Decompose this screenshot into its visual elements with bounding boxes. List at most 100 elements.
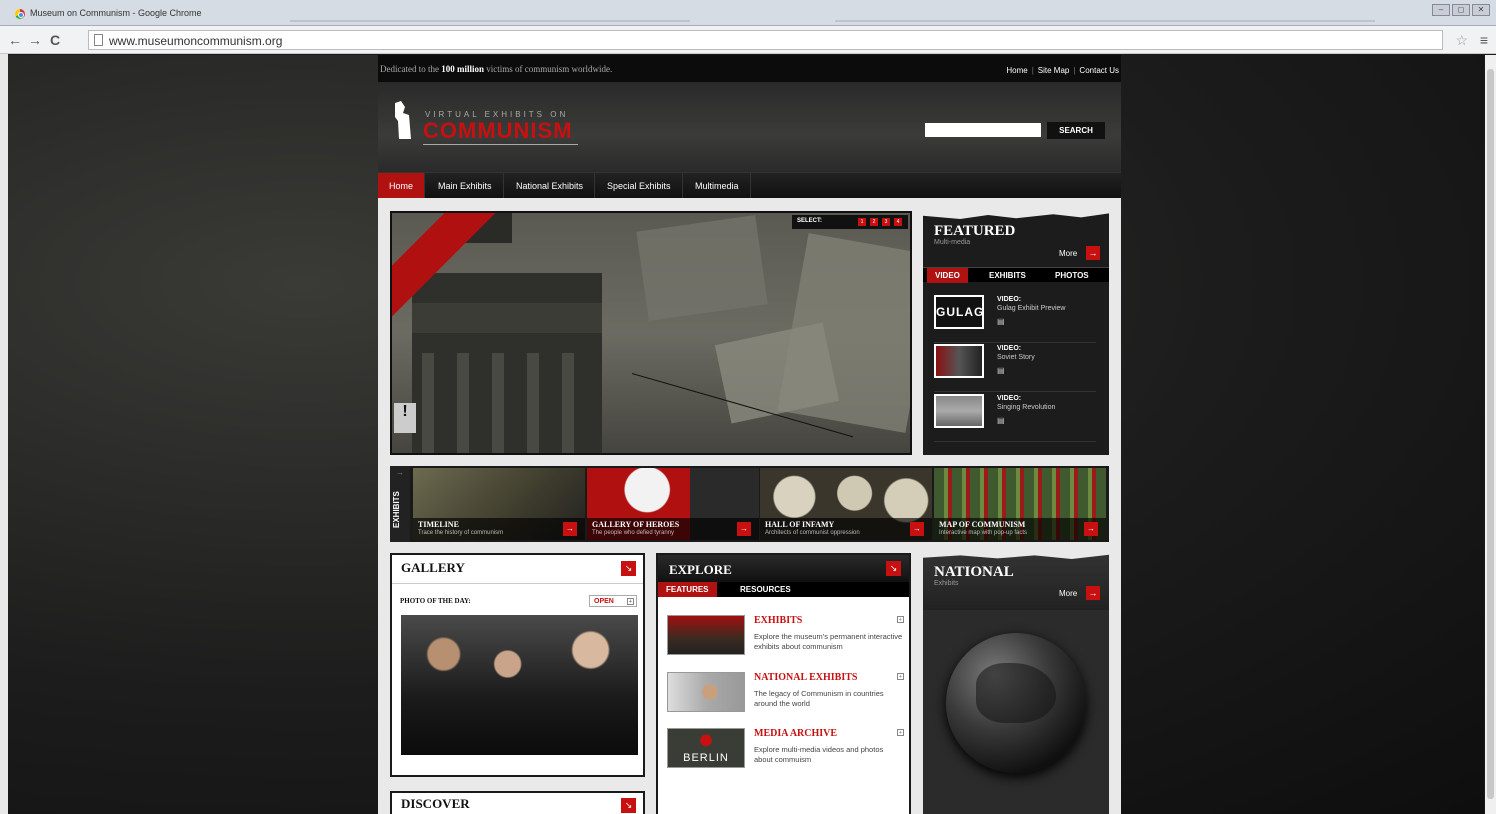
logo-title[interactable]: COMMUNISM xyxy=(423,118,573,144)
video-item[interactable]: VIDEO: Singing Revolution ▤ xyxy=(934,394,1096,442)
vertical-scrollbar[interactable] xyxy=(1485,55,1496,814)
explore-thumbnail[interactable] xyxy=(667,615,745,655)
video-thumbnail[interactable] xyxy=(934,344,984,378)
site-container: Dedicated to the 100 million victims of … xyxy=(378,55,1121,814)
featured-title: FEATURED xyxy=(934,223,1016,239)
nav-multimedia[interactable]: Multimedia xyxy=(684,173,751,199)
hero-slideshow[interactable]: ! SELECT: 1 2 3 4 xyxy=(390,211,912,455)
barbed-wire-decoration xyxy=(423,144,578,145)
featured-more-link[interactable]: More xyxy=(1059,249,1077,258)
featured-subtitle: Multi-media xyxy=(934,239,971,246)
exhibits-strip: → EXHIBITS TIMELINE Trace the history of… xyxy=(390,466,1109,542)
bookmark-star-icon[interactable]: ☆ xyxy=(1455,32,1468,49)
plus-icon[interactable]: + xyxy=(897,673,904,680)
exhibit-tile-map-of-communism[interactable]: MAP OF COMMUNISM Interactive map with po… xyxy=(934,468,1106,540)
slide-button-4[interactable]: 4 xyxy=(894,218,902,226)
tile-arrow-icon[interactable]: → xyxy=(910,522,924,536)
tile-arrow-icon[interactable]: → xyxy=(737,522,751,536)
video-camera-icon: ▤ xyxy=(997,366,1005,375)
window-title: Museum on Communism - Google Chrome xyxy=(30,8,202,18)
plus-icon[interactable]: + xyxy=(897,616,904,623)
slide-select-label: SELECT: xyxy=(797,218,823,224)
tab-photos[interactable]: PHOTOS xyxy=(1047,268,1097,283)
explore-header: EXPLORE ↘ xyxy=(658,555,909,582)
nav-main-exhibits[interactable]: Main Exhibits xyxy=(427,173,504,199)
tab-exhibits[interactable]: EXHIBITS xyxy=(981,268,1034,283)
open-plus-icon: + xyxy=(627,598,634,605)
statue-logo-icon[interactable] xyxy=(393,99,415,143)
plus-icon[interactable]: + xyxy=(897,729,904,736)
explore-tabs: FEATURES RESOURCES xyxy=(658,582,909,597)
exhibit-tile-gallery-of-heroes[interactable]: GALLERY OF HEROES The people who defied … xyxy=(587,468,759,540)
featured-more-arrow-icon[interactable]: → xyxy=(1086,246,1100,260)
video-thumbnail[interactable] xyxy=(934,394,984,428)
featured-tabs: VIDEO EXHIBITS PHOTOS xyxy=(923,267,1109,283)
video-item[interactable]: VIDEO: Soviet Story ▤ xyxy=(934,344,1096,392)
scrollbar-thumb[interactable] xyxy=(1487,69,1494,799)
minimize-button[interactable]: ‒ xyxy=(1432,4,1450,16)
gallery-arrow-icon[interactable]: ↘ xyxy=(621,561,636,576)
video-label: VIDEO: xyxy=(997,345,1022,352)
tile-arrow-icon[interactable]: → xyxy=(1084,522,1098,536)
nav-special-exhibits[interactable]: Special Exhibits xyxy=(596,173,683,199)
video-camera-icon: ▤ xyxy=(997,317,1005,326)
menu-icon[interactable]: ≡ xyxy=(1480,32,1488,48)
explore-arrow-icon[interactable]: ↘ xyxy=(886,561,901,576)
address-bar[interactable]: www.museumoncommunism.org xyxy=(88,30,1443,50)
discover-arrow-icon[interactable]: ↘ xyxy=(621,798,636,813)
explore-box: EXPLORE ↘ FEATURES RESOURCES EXHIBITS + … xyxy=(656,553,911,814)
top-link-home[interactable]: Home xyxy=(1006,66,1027,75)
nav-home[interactable]: Home xyxy=(378,173,426,199)
explore-thumbnail[interactable] xyxy=(667,672,745,712)
maximize-button[interactable]: ◻ xyxy=(1452,4,1470,16)
back-arrow-icon[interactable]: ← xyxy=(8,32,22,48)
url-text: www.museumoncommunism.org xyxy=(109,34,283,48)
video-title[interactable]: Singing Revolution xyxy=(997,404,1055,411)
explore-thumbnail[interactable]: BERLIN xyxy=(667,728,745,768)
tab-resources[interactable]: RESOURCES xyxy=(732,582,799,597)
site-header: VIRTUAL EXHIBITS ON COMMUNISM SEARCH xyxy=(378,82,1121,172)
discover-title: DISCOVER xyxy=(401,796,470,811)
exhibit-tile-timeline[interactable]: TIMELINE Trace the history of communism … xyxy=(413,468,585,540)
photo-of-the-day[interactable] xyxy=(401,615,638,755)
video-item[interactable]: GULAG VIDEO: Gulag Exhibit Preview ▤ xyxy=(934,295,1096,343)
globe-icon[interactable] xyxy=(946,633,1086,773)
search-input[interactable] xyxy=(925,123,1041,137)
page-background: Dedicated to the 100 million victims of … xyxy=(8,55,1484,814)
photo-of-day-label: PHOTO OF THE DAY: xyxy=(400,597,471,605)
exhibits-strip-label: → EXHIBITS xyxy=(390,466,410,542)
explore-item-national-exhibits[interactable]: NATIONAL EXHIBITS + The legacy of Commun… xyxy=(667,672,904,722)
tab-features[interactable]: FEATURES xyxy=(658,582,717,597)
video-thumbnail[interactable]: GULAG xyxy=(934,295,984,329)
top-link-contact[interactable]: Contact Us xyxy=(1079,66,1119,75)
slide-selector: SELECT: 1 2 3 4 xyxy=(792,215,908,229)
top-link-site-map[interactable]: Site Map xyxy=(1038,66,1070,75)
national-more-arrow-icon[interactable]: → xyxy=(1086,586,1100,600)
page-icon xyxy=(94,34,103,46)
close-button[interactable]: ✕ xyxy=(1472,4,1490,16)
tab-video[interactable]: VIDEO xyxy=(927,268,968,283)
tabstrip-divider xyxy=(835,20,1375,22)
top-links: Home | Site Map | Contact Us xyxy=(1006,66,1119,75)
slide-button-3[interactable]: 3 xyxy=(882,218,890,226)
forward-arrow-icon[interactable]: → xyxy=(28,32,42,48)
national-title: NATIONAL xyxy=(934,564,1014,580)
exhibit-tile-hall-of-infamy[interactable]: HALL OF INFAMY Architects of communist o… xyxy=(760,468,932,540)
nav-national-exhibits[interactable]: National Exhibits xyxy=(505,173,596,199)
reload-icon[interactable]: C xyxy=(50,32,60,48)
video-label: VIDEO: xyxy=(997,296,1022,303)
slide-button-1[interactable]: 1 xyxy=(858,218,866,226)
national-panel: NATIONAL Exhibits More → xyxy=(923,553,1109,814)
gallery-title: GALLERY xyxy=(401,560,465,575)
national-more-link[interactable]: More xyxy=(1059,589,1077,598)
tile-arrow-icon[interactable]: → xyxy=(563,522,577,536)
warning-sign: ! xyxy=(394,403,416,433)
video-title[interactable]: Soviet Story xyxy=(997,354,1035,361)
slide-button-2[interactable]: 2 xyxy=(870,218,878,226)
torn-edge xyxy=(923,211,1109,219)
open-photo-button[interactable]: OPEN + xyxy=(589,595,637,607)
explore-item-exhibits[interactable]: EXHIBITS + Explore the museum's permanen… xyxy=(667,615,904,665)
video-title[interactable]: Gulag Exhibit Preview xyxy=(997,305,1065,312)
explore-item-media-archive[interactable]: BERLIN MEDIA ARCHIVE + Explore multi-med… xyxy=(667,728,904,778)
search-button[interactable]: SEARCH xyxy=(1047,122,1105,139)
